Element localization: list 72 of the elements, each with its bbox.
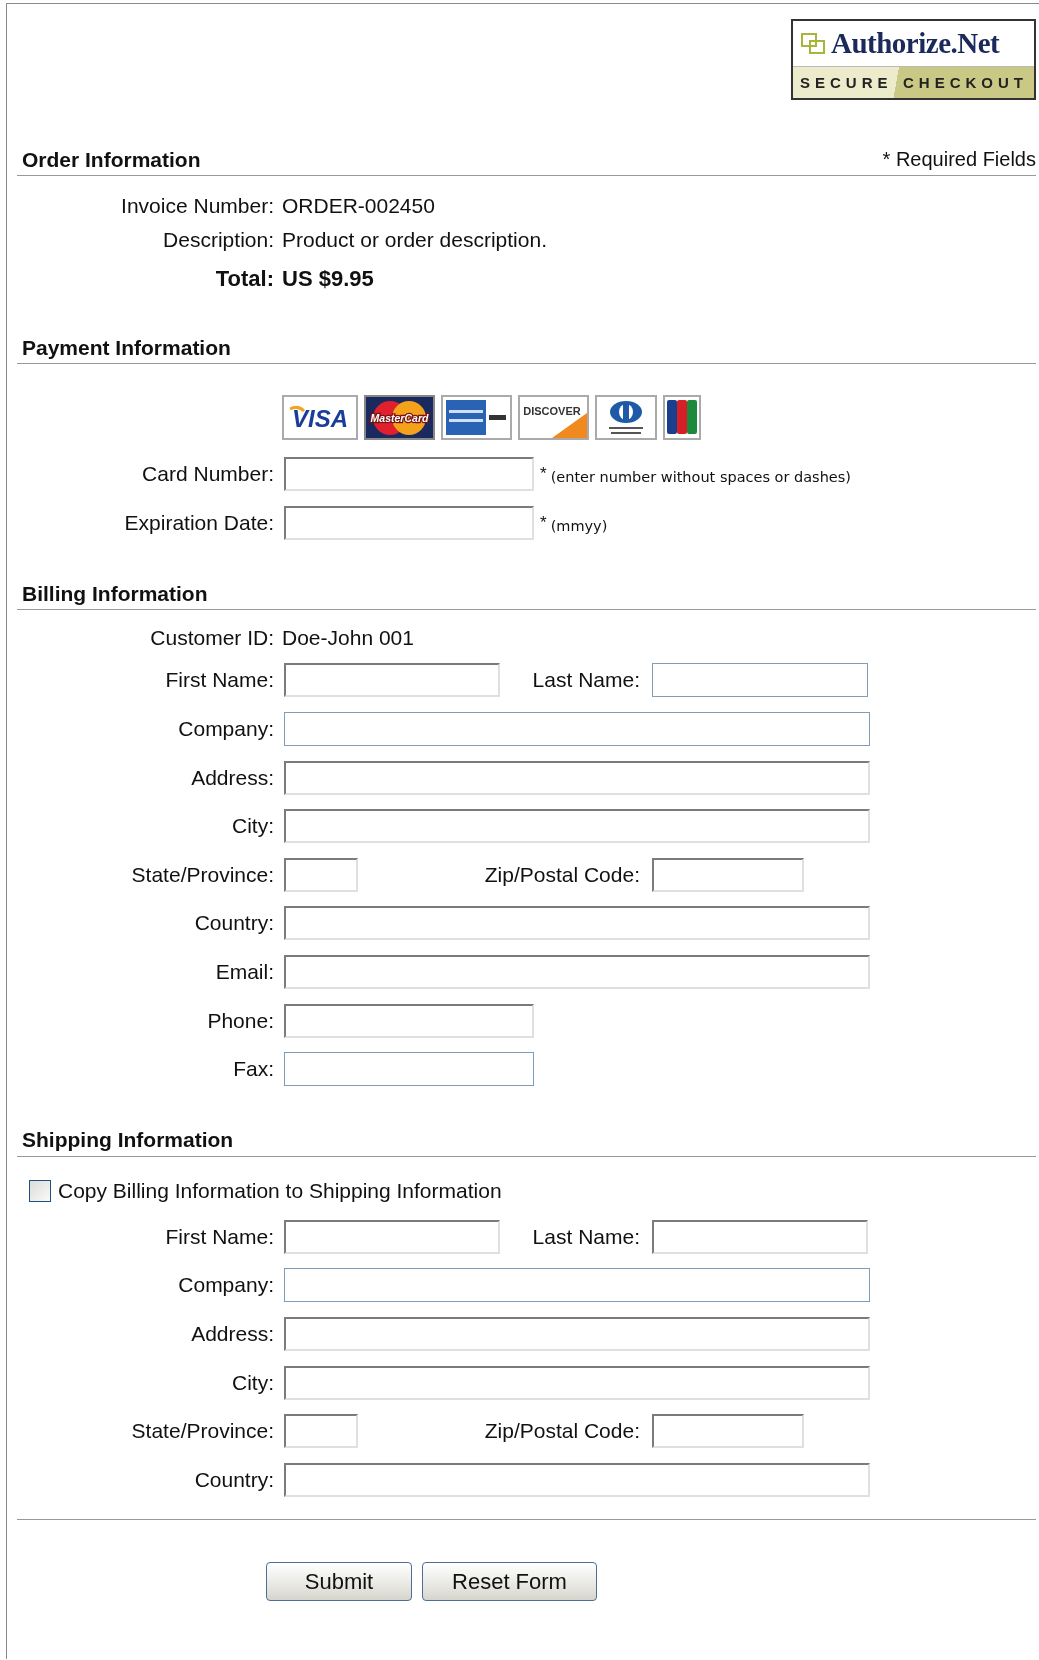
section-title: Billing Information — [22, 581, 208, 606]
info-value: Doe-John 001 — [282, 625, 414, 650]
text-field[interactable] — [284, 505, 534, 540]
required-mark: * — [540, 464, 547, 485]
text-field[interactable] — [284, 1003, 534, 1038]
section-title: Order Information — [22, 147, 201, 172]
text-field[interactable] — [284, 955, 870, 990]
field-label: Fax: — [232, 1057, 274, 1082]
badge-text: SECURE — [799, 74, 894, 91]
badge-text: CHECKOUT — [902, 74, 1028, 91]
field-label: Expiration Date: — [123, 510, 274, 535]
text-field[interactable] — [652, 663, 868, 698]
field-label: Address: — [190, 1322, 274, 1346]
text-field[interactable] — [284, 1268, 870, 1303]
info-value: ORDER-002450 — [282, 194, 435, 218]
info-value: US $9.95 — [282, 266, 374, 292]
card-logo — [663, 395, 701, 440]
field-hint: (mmyy) — [550, 516, 608, 534]
required-note: * Required Fields — [882, 148, 1036, 171]
field-label: Zip/Postal Code: — [483, 862, 640, 887]
card-logo: VISA — [282, 395, 358, 440]
field-label: Zip/Postal Code: — [483, 1419, 640, 1444]
text-field[interactable] — [284, 906, 870, 941]
submit-button[interactable]: Submit — [266, 1562, 412, 1602]
field-label: Company: — [177, 1273, 274, 1298]
field-label: State/Province: — [130, 862, 274, 887]
field-label: Last Name: — [531, 668, 640, 693]
field-label: Phone: — [206, 1008, 274, 1033]
card-logo: DISCOVER — [518, 395, 589, 440]
text-field[interactable] — [652, 1414, 804, 1449]
section-title: Shipping Information — [22, 1128, 234, 1153]
text-field[interactable] — [284, 1365, 870, 1400]
field-hint: (enter number without spaces or dashes) — [550, 468, 851, 486]
text-field[interactable] — [284, 1219, 500, 1254]
field-label: First Name: — [164, 668, 274, 693]
card-logo — [441, 395, 512, 440]
reset-button[interactable]: Reset Form — [422, 1562, 597, 1602]
text-field[interactable] — [284, 760, 870, 795]
field-label: City: — [231, 1370, 274, 1395]
info-label: Total: — [214, 266, 274, 292]
field-label: State/Province: — [130, 1419, 274, 1444]
text-field[interactable] — [652, 857, 804, 892]
field-label: Address: — [190, 765, 274, 790]
text-field[interactable] — [652, 1219, 868, 1254]
text-field[interactable] — [284, 1462, 870, 1497]
text-field[interactable] — [284, 457, 534, 492]
field-label: Email: — [214, 960, 274, 985]
text-field[interactable] — [284, 1414, 358, 1449]
field-label: Country: — [193, 1467, 274, 1492]
checkbox-label: Copy Billing Information to Shipping Information — [58, 1178, 502, 1203]
brand-name: Authorize.Net — [831, 27, 1000, 60]
text-field[interactable] — [284, 663, 500, 698]
field-label: First Name: — [164, 1224, 274, 1249]
text-field[interactable] — [284, 1317, 870, 1351]
text-field[interactable] — [284, 857, 358, 892]
field-label: Country: — [193, 911, 274, 936]
text-field[interactable] — [284, 712, 870, 747]
required-mark: * — [540, 512, 547, 533]
section-title: Payment Information — [22, 335, 231, 360]
info-label: Customer ID: — [149, 625, 274, 650]
field-label: Company: — [177, 717, 274, 742]
card-logo — [595, 395, 657, 440]
info-label: Invoice Number: — [120, 194, 274, 218]
squares-icon — [801, 32, 827, 55]
text-field[interactable] — [284, 809, 870, 844]
checkbox[interactable] — [29, 1179, 51, 1202]
info-value: Product or order description. — [282, 228, 547, 252]
field-label: Card Number: — [141, 462, 274, 487]
field-label: Last Name: — [531, 1224, 640, 1249]
text-field[interactable] — [284, 1052, 534, 1087]
field-label: City: — [231, 814, 274, 839]
info-label: Description: — [162, 228, 274, 252]
